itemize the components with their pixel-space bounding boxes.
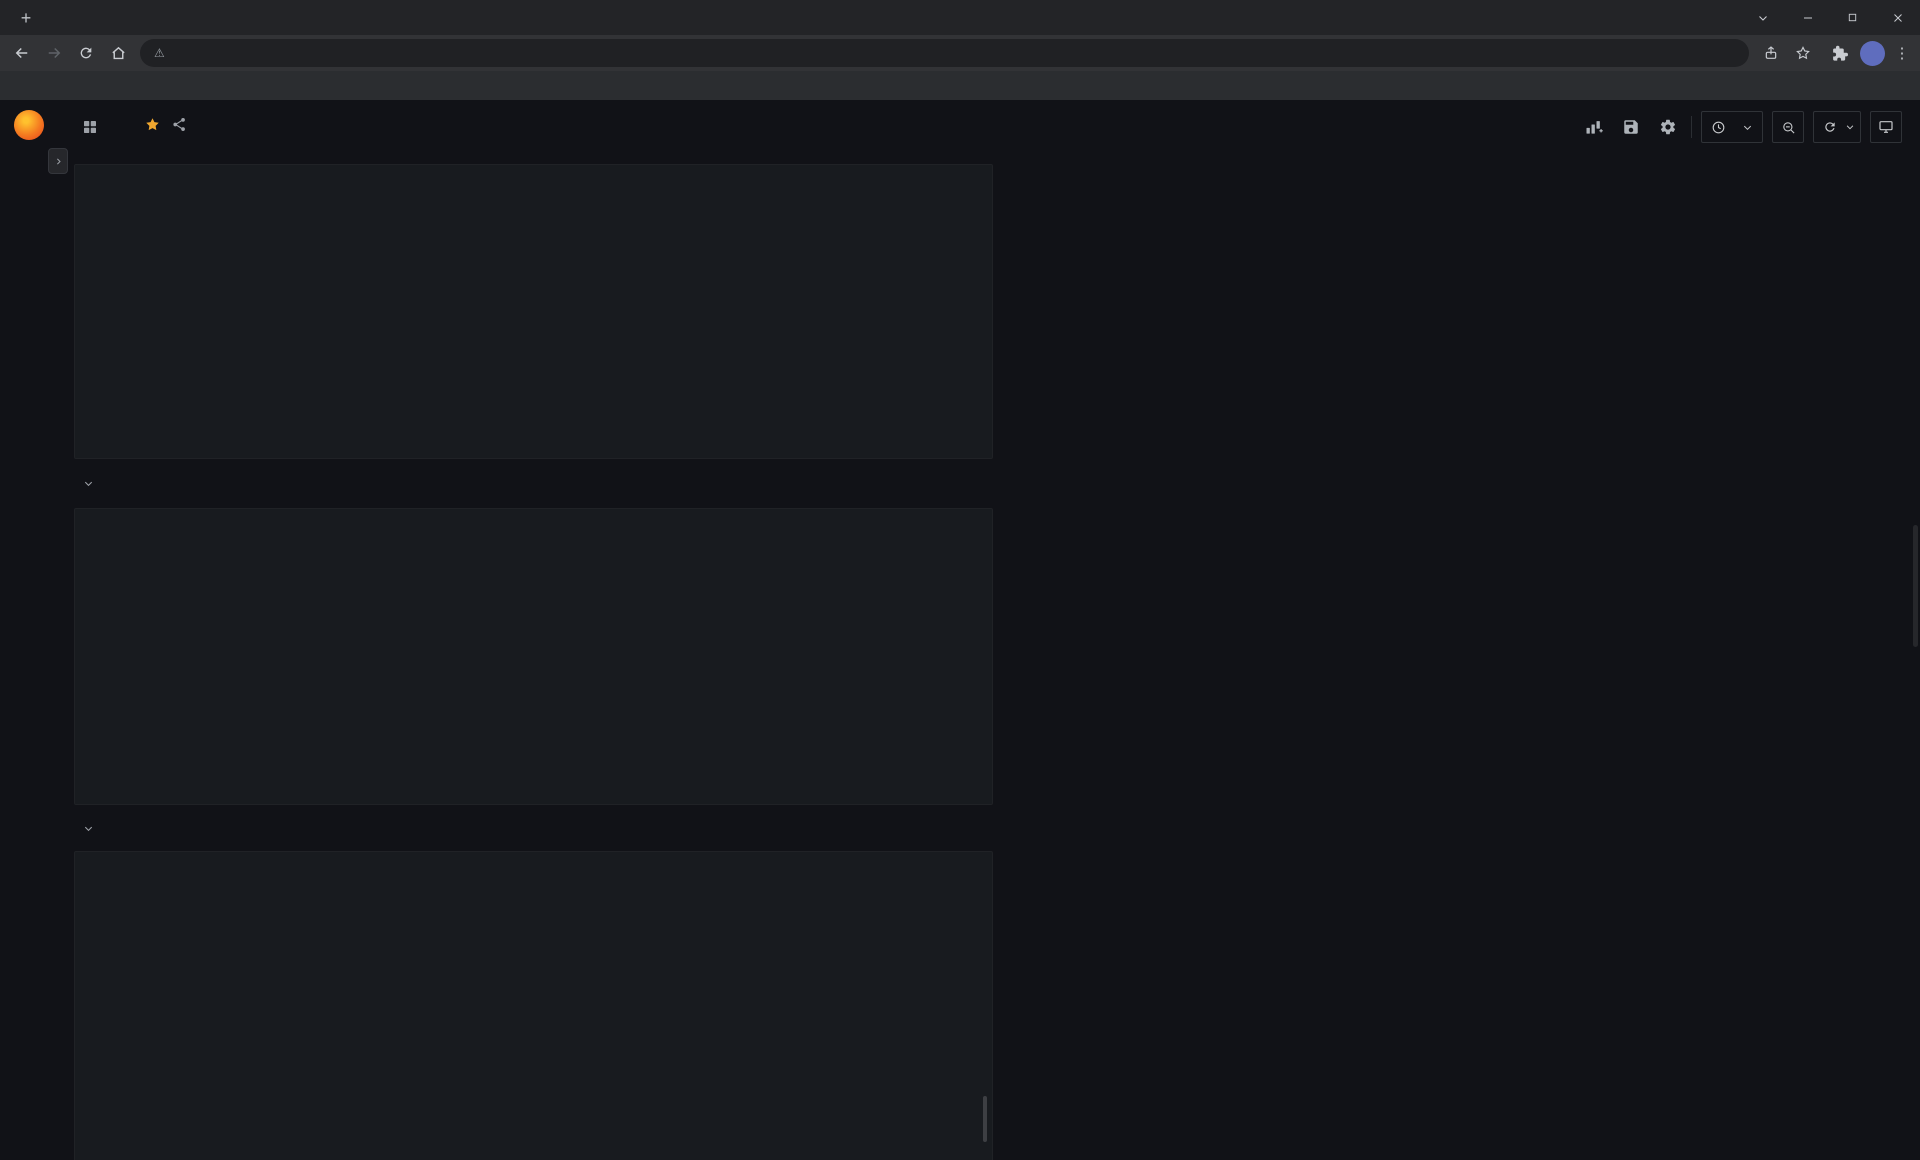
- reload-button[interactable]: [72, 39, 100, 67]
- grafana-logo[interactable]: [14, 110, 44, 140]
- time-range-picker[interactable]: [1701, 111, 1763, 143]
- close-button[interactable]: [1875, 0, 1920, 35]
- dashboard-scroll-area[interactable]: [58, 154, 1920, 1160]
- apps-grid-icon[interactable]: [76, 113, 104, 141]
- panel-alle-daten[interactable]: [74, 851, 993, 1160]
- grafana-sidebar: [0, 100, 58, 1160]
- minimize-button[interactable]: [1785, 0, 1830, 35]
- browser-toolbar: ⚠ ⋮: [0, 35, 1920, 71]
- frequenz-legend: [83, 538, 984, 561]
- dashboard-header: [58, 100, 1920, 154]
- chevron-down-icon: [83, 478, 94, 489]
- kiosk-mode-button[interactable]: [1870, 111, 1902, 143]
- refresh-button[interactable]: [1813, 111, 1861, 143]
- new-tab-button[interactable]: +: [12, 4, 40, 32]
- effizienz-legend: [83, 194, 984, 217]
- alle-daten-legend: [83, 881, 984, 885]
- panel-title[interactable]: [83, 514, 984, 538]
- breadcrumb: [76, 113, 188, 141]
- profile-avatar[interactable]: [1860, 41, 1885, 66]
- window-controls: [1740, 0, 1920, 35]
- chevron-down-icon: [83, 823, 94, 834]
- bookmark-star-icon[interactable]: [1789, 39, 1817, 67]
- grafana-main: [58, 100, 1920, 1160]
- share-dashboard-icon[interactable]: [171, 116, 188, 138]
- bookmarks-bar: [0, 71, 1920, 100]
- chevron-down-icon: [1845, 122, 1855, 132]
- row-header-2[interactable]: [74, 805, 993, 851]
- extensions-puzzle-icon[interactable]: [1825, 39, 1853, 67]
- page-scrollbar[interactable]: [1913, 525, 1918, 647]
- legend-scrollbar[interactable]: [983, 1096, 987, 1142]
- tab-search-icon[interactable]: [1740, 0, 1785, 35]
- browser-menu-icon[interactable]: ⋮: [1892, 44, 1912, 62]
- forward-button[interactable]: [40, 39, 68, 67]
- save-dashboard-icon[interactable]: [1617, 113, 1645, 141]
- toolbar-divider: [1691, 116, 1692, 138]
- favorite-star-icon[interactable]: [144, 116, 161, 138]
- share-icon[interactable]: [1757, 39, 1785, 67]
- tab-strip: +: [0, 0, 1920, 35]
- panel-title[interactable]: [83, 170, 984, 194]
- home-button[interactable]: [104, 39, 132, 67]
- refresh-icon: [1823, 120, 1837, 134]
- clock-icon: [1711, 120, 1726, 135]
- row-header-1[interactable]: [74, 459, 993, 508]
- panel-effizienz[interactable]: [74, 164, 993, 459]
- sidebar-expand-button[interactable]: [48, 148, 68, 174]
- security-warning-icon[interactable]: ⚠: [154, 46, 165, 60]
- panel-title[interactable]: [83, 857, 984, 881]
- grafana-app: [0, 100, 1920, 1160]
- chevron-down-icon: [1742, 122, 1753, 133]
- panel-frequenz[interactable]: [74, 508, 993, 805]
- address-bar[interactable]: ⚠: [140, 39, 1749, 67]
- add-panel-icon[interactable]: [1580, 113, 1608, 141]
- maximize-button[interactable]: [1830, 0, 1875, 35]
- back-button[interactable]: [8, 39, 36, 67]
- dashboard-settings-icon[interactable]: [1654, 113, 1682, 141]
- dashboard-actions: [1580, 111, 1902, 143]
- zoom-out-button[interactable]: [1772, 111, 1804, 143]
- browser-window: + ⚠ ⋮: [0, 0, 1920, 1160]
